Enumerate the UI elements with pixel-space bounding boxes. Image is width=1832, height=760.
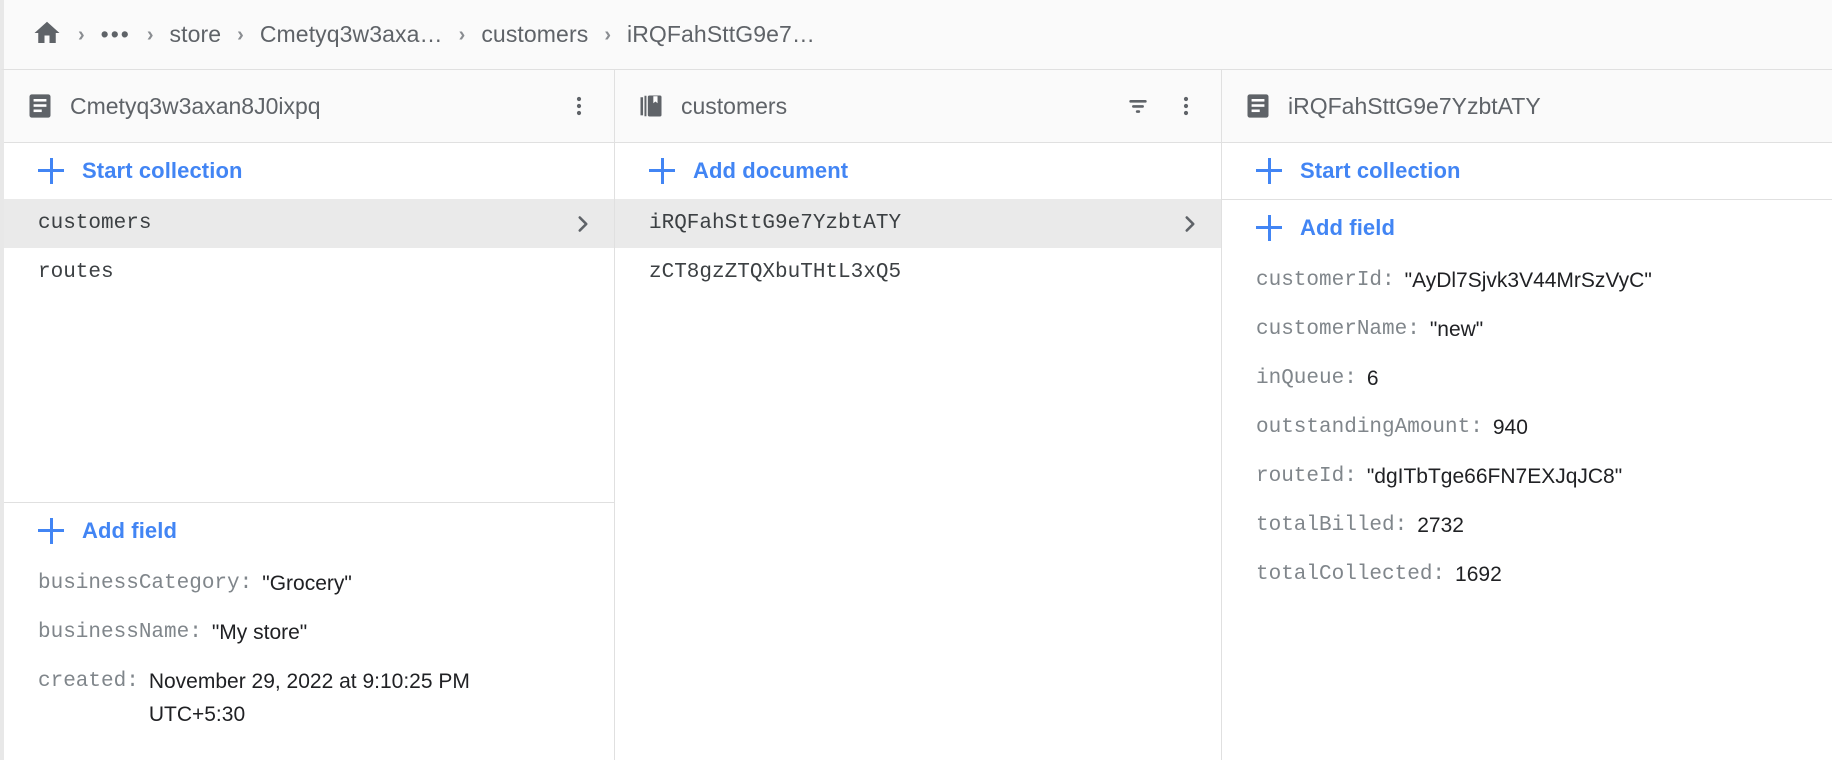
plus-icon (1256, 158, 1282, 184)
field-value: 1692 (1455, 563, 1502, 586)
add-document-label: Add document (693, 158, 849, 183)
more-vert-icon[interactable] (562, 89, 596, 123)
list-item[interactable]: routes (4, 248, 614, 297)
breadcrumb-separator-3: › (458, 23, 466, 46)
chevron-right-icon (1177, 211, 1203, 237)
list-item[interactable]: iRQFahSttG9e7YzbtATY (615, 199, 1221, 248)
home-icon (32, 18, 62, 54)
breadcrumb-separator-4: › (604, 23, 611, 46)
add-document-button[interactable]: Add document (615, 143, 1221, 199)
collection-panel-actions (1121, 89, 1203, 123)
field-row[interactable]: businessName: "My store" (4, 608, 614, 657)
breadcrumb-separator-2: › (237, 23, 244, 46)
collection-panel: customers Add document iRQFahSttG9e7Yzbt… (615, 70, 1222, 760)
filter-icon[interactable] (1121, 89, 1155, 123)
firestore-data-console: › ••• › store › Cmetyq3w3axa… › customer… (0, 0, 1832, 760)
breadcrumb-item-store[interactable]: store (170, 21, 222, 48)
field-value: 940 (1492, 416, 1528, 439)
detail-fields-section: Add field customerId: "AyDl7Sjvk3V44MrSz… (1222, 200, 1832, 760)
field-value: 2732 (1417, 514, 1464, 537)
field-value: "Grocery" (262, 572, 352, 595)
breadcrumb-separator-0: › (78, 23, 85, 46)
field-key: inQueue: (1256, 367, 1357, 390)
documents-list: iRQFahSttG9e7YzbtATY zCT8gzZTQXbuTHtL3xQ… (615, 199, 1221, 760)
field-row[interactable]: businessCategory: "Grocery" (4, 559, 614, 608)
collections-list: customers routes (4, 199, 614, 502)
field-key: totalCollected: (1256, 563, 1446, 586)
chevron-right-icon (570, 211, 596, 237)
field-row[interactable]: totalBilled: 2732 (1222, 501, 1832, 550)
document-panel-title: Cmetyq3w3axan8J0ixpq (70, 92, 321, 119)
document-icon (1244, 92, 1272, 120)
panel-columns: Cmetyq3w3axan8J0ixpq Start collection cu… (0, 70, 1832, 760)
list-item[interactable]: zCT8gzZTQXbuTHtL3xQ5 (615, 248, 1221, 297)
start-collection-label: Start collection (1300, 158, 1461, 183)
breadcrumb-item-current-document[interactable]: iRQFahSttG9e7… (627, 21, 815, 48)
field-row[interactable]: outstandingAmount: 940 (1222, 403, 1832, 452)
start-collection-label: Start collection (82, 158, 243, 183)
field-value: 6 (1366, 367, 1379, 390)
document-panel-header: Cmetyq3w3axan8J0ixpq (4, 70, 614, 143)
field-key: customerId: (1256, 269, 1395, 292)
document-panel-actions (562, 89, 596, 123)
document-panel: Cmetyq3w3axan8J0ixpq Start collection cu… (4, 70, 615, 760)
field-key: businessCategory: (38, 572, 253, 595)
add-field-label: Add field (1300, 215, 1396, 240)
collection-panel-title: customers (681, 92, 788, 119)
document-icon (26, 92, 54, 120)
field-row[interactable]: customerId: "AyDl7Sjvk3V44MrSzVyC" (1222, 256, 1832, 305)
plus-icon (38, 158, 64, 184)
list-item[interactable]: customers (4, 199, 614, 248)
field-key: businessName: (38, 621, 202, 644)
field-key: created: (38, 670, 139, 693)
add-field-label: Add field (82, 518, 178, 543)
breadcrumb: › ••• › store › Cmetyq3w3axa… › customer… (0, 0, 1832, 70)
field-key: outstandingAmount: (1256, 416, 1483, 439)
document-id: iRQFahSttG9e7YzbtATY (649, 212, 902, 235)
document-fields-section: Add field businessCategory: "Grocery" bu… (4, 502, 614, 760)
plus-icon (649, 158, 675, 184)
field-key: customerName: (1256, 318, 1420, 341)
add-field-button[interactable]: Add field (4, 503, 614, 559)
field-row[interactable]: created: November 29, 2022 at 9:10:25 PM… (4, 657, 614, 739)
breadcrumb-item-document[interactable]: Cmetyq3w3axa… (260, 21, 443, 48)
field-row[interactable]: routeId: "dgITbTge66FN7EXJqJC8" (1222, 452, 1832, 501)
breadcrumb-item-customers[interactable]: customers (481, 21, 588, 48)
start-collection-button[interactable]: Start collection (4, 143, 614, 199)
detail-panel-title: iRQFahSttG9e7YzbtATY (1288, 92, 1541, 119)
field-row[interactable]: customerName: "new" (1222, 305, 1832, 354)
more-vert-icon[interactable] (1169, 89, 1203, 123)
field-row[interactable]: totalCollected: 1692 (1222, 550, 1832, 599)
plus-icon (38, 518, 64, 544)
breadcrumb-separator-1: › (146, 23, 154, 46)
field-value: November 29, 2022 at 9:10:25 PM UTC+5:30 (148, 670, 470, 726)
breadcrumb-ellipsis-button[interactable]: ••• (101, 21, 131, 48)
collection-panel-header: customers (615, 70, 1221, 143)
field-value: "AyDl7Sjvk3V44MrSzVyC" (1404, 269, 1652, 292)
detail-panel: iRQFahSttG9e7YzbtATY Start collection Ad… (1222, 70, 1832, 760)
field-value: "new" (1429, 318, 1484, 341)
detail-panel-header: iRQFahSttG9e7YzbtATY (1222, 70, 1832, 143)
add-field-button[interactable]: Add field (1222, 200, 1832, 256)
field-key: routeId: (1256, 465, 1357, 488)
collection-name: routes (38, 261, 114, 284)
plus-icon (1256, 215, 1282, 241)
field-row[interactable]: inQueue: 6 (1222, 354, 1832, 403)
collection-icon (637, 92, 665, 120)
breadcrumb-home-button[interactable] (32, 16, 62, 54)
start-collection-button[interactable]: Start collection (1222, 143, 1832, 199)
field-value: "My store" (211, 621, 308, 644)
field-value: "dgITbTge66FN7EXJqJC8" (1366, 465, 1623, 488)
field-key: totalBilled: (1256, 514, 1408, 537)
collection-name: customers (38, 212, 152, 235)
document-id: zCT8gzZTQXbuTHtL3xQ5 (649, 261, 902, 284)
